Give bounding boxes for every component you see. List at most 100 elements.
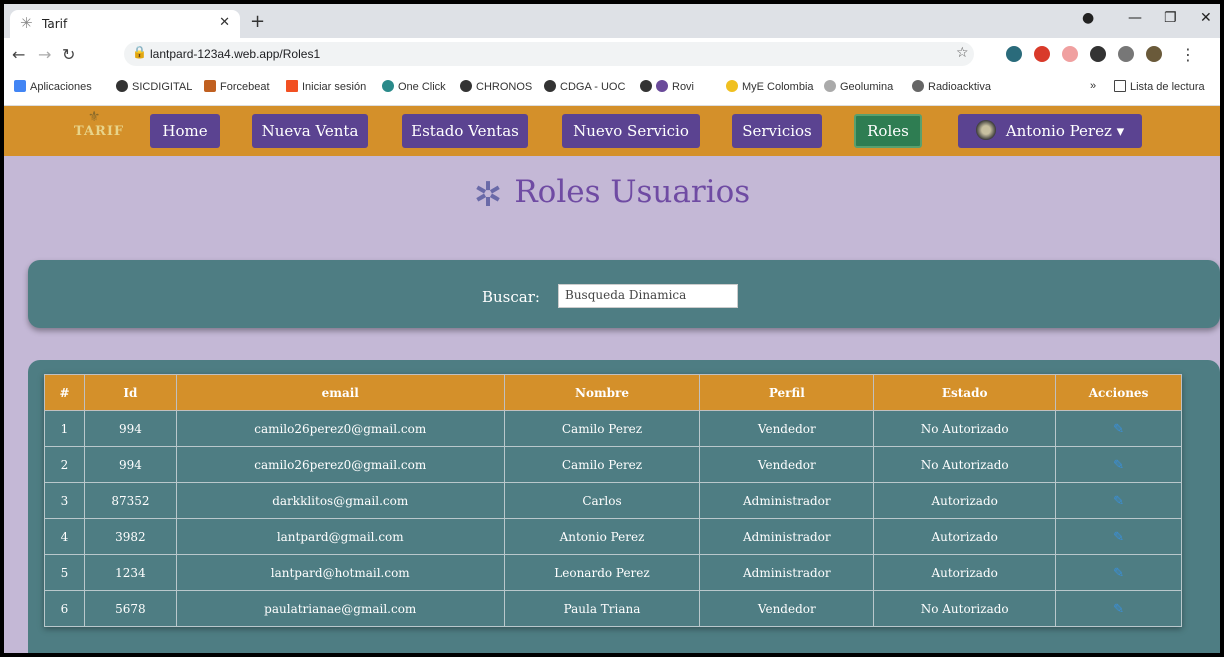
cell-id: 994 xyxy=(83,410,177,447)
cell-email: darkklitos@gmail.com xyxy=(175,482,505,519)
cell-id: 87352 xyxy=(83,482,177,519)
search-input[interactable]: Busqueda Dinamica xyxy=(558,284,738,308)
search-panel: Buscar: Busqueda Dinamica xyxy=(28,260,1220,328)
cell-number: 3 xyxy=(44,482,85,519)
user-name: Antonio Perez xyxy=(1005,122,1112,140)
user-avatar xyxy=(975,120,996,140)
cell-estado: No Autorizado xyxy=(873,410,1057,447)
url-text: lantpard-123a4.web.app/Roles1 xyxy=(150,47,321,61)
back-icon[interactable]: ← xyxy=(12,45,25,64)
url-field[interactable]: 🔒 lantpard-123a4.web.app/Roles1 ☆ xyxy=(124,42,974,66)
profile-dot-icon[interactable]: ● xyxy=(1082,10,1094,26)
edit-icon[interactable]: ✎ xyxy=(1113,459,1125,472)
table-row: 6 5678 paulatrianae@gmail.com Paula Tria… xyxy=(44,590,1182,627)
cell-acciones: ✎ xyxy=(1055,518,1182,555)
cell-id: 3982 xyxy=(83,518,177,555)
bookmark-item[interactable]: One Click xyxy=(382,80,446,93)
forward-icon[interactable]: → xyxy=(38,45,51,64)
more-bookmarks-icon[interactable]: » xyxy=(1090,80,1096,92)
nav-estado-ventas-button[interactable]: Estado Ventas xyxy=(402,114,528,148)
cell-email: lantpard@gmail.com xyxy=(175,518,505,555)
reading-list[interactable]: Lista de lectura xyxy=(1114,80,1205,93)
cell-id: 1234 xyxy=(83,554,177,591)
radio-icon xyxy=(912,80,924,92)
puzzle-icon[interactable] xyxy=(1090,46,1106,62)
cell-nombre: Camilo Perez xyxy=(503,446,701,483)
extension-icon[interactable] xyxy=(1006,46,1022,62)
microsoft-icon xyxy=(286,80,298,92)
col-header-nombre: Nombre xyxy=(503,374,701,411)
user-menu-button[interactable]: Antonio Perez ▾ xyxy=(958,114,1142,148)
minimize-icon[interactable]: — xyxy=(1128,10,1142,26)
cell-number: 4 xyxy=(44,518,85,555)
bookmarks-bar: Aplicaciones SICDIGITAL Forcebeat Inicia… xyxy=(4,70,1220,106)
bookmark-item[interactable]: Iniciar sesión xyxy=(286,80,366,93)
cell-number: 6 xyxy=(44,590,85,627)
edit-icon[interactable]: ✎ xyxy=(1113,423,1125,436)
nav-home-button[interactable]: Home xyxy=(150,114,220,148)
profile-avatar-icon[interactable] xyxy=(1146,46,1162,62)
cell-estado: Autorizado xyxy=(873,482,1057,519)
reload-icon[interactable]: ↻ xyxy=(62,45,75,64)
table-row: 2 994 camilo26perez0@gmail.com Camilo Pe… xyxy=(44,446,1182,483)
bookmark-item[interactable]: Forcebeat xyxy=(204,80,270,93)
forcebeat-icon xyxy=(204,80,216,92)
nav-servicios-button[interactable]: Servicios xyxy=(732,114,822,148)
close-tab-icon[interactable]: ✕ xyxy=(219,15,230,30)
bookmark-item[interactable]: MyE Colombia xyxy=(726,80,814,93)
tab-title: Tarif xyxy=(42,17,68,31)
tab-bar: ✳ Tarif ✕ + ● — ❐ ✕ xyxy=(4,4,1220,38)
edit-icon[interactable]: ✎ xyxy=(1113,567,1125,580)
bookmark-item[interactable]: Radioacktiva xyxy=(912,80,991,93)
oneclick-icon xyxy=(382,80,394,92)
cell-email: paulatrianae@gmail.com xyxy=(175,590,505,627)
globe-icon xyxy=(544,80,556,92)
cell-email: camilo26perez0@gmail.com xyxy=(175,446,505,483)
bookmark-item[interactable]: Geolumina xyxy=(824,80,893,93)
bookmark-item[interactable]: Aplicaciones xyxy=(14,80,92,93)
cell-nombre: Antonio Perez xyxy=(503,518,701,555)
restore-icon[interactable]: ❐ xyxy=(1164,10,1177,26)
reading-list-icon xyxy=(1114,80,1126,92)
cell-perfil: Vendedor xyxy=(699,410,875,447)
cell-perfil: Administrador xyxy=(699,482,875,519)
search-label: Buscar: xyxy=(482,288,540,306)
nav-nuevo-servicio-button[interactable]: Nuevo Servicio xyxy=(562,114,700,148)
browser-tab[interactable]: ✳ Tarif ✕ xyxy=(10,10,240,38)
cell-nombre: Paula Triana xyxy=(503,590,701,627)
edit-icon[interactable]: ✎ xyxy=(1113,495,1125,508)
page-title-text: Roles Usuarios xyxy=(514,174,751,210)
cell-number: 5 xyxy=(44,554,85,591)
extension-icon[interactable] xyxy=(1062,46,1078,62)
bookmark-item[interactable]: SICDIGITAL xyxy=(116,80,192,93)
bookmark-item[interactable]: CDGA - UOC xyxy=(544,80,625,93)
nav-roles-button[interactable]: Roles xyxy=(854,114,922,148)
new-tab-icon[interactable]: + xyxy=(250,11,265,32)
cell-nombre: Camilo Perez xyxy=(503,410,701,447)
col-header-acciones: Acciones xyxy=(1055,374,1182,411)
rovi-icon xyxy=(656,80,668,92)
cell-estado: No Autorizado xyxy=(873,446,1057,483)
bookmark-star-icon[interactable]: ☆ xyxy=(956,45,969,61)
logo-text: TARIF xyxy=(74,124,125,139)
bookmark-item[interactable]: Rovi xyxy=(640,80,694,93)
edit-icon[interactable]: ✎ xyxy=(1113,531,1125,544)
media-icon[interactable] xyxy=(1118,46,1134,62)
close-window-icon[interactable]: ✕ xyxy=(1200,10,1212,26)
adblock-icon[interactable] xyxy=(1034,46,1050,62)
geolumina-icon xyxy=(824,80,836,92)
nav-nueva-venta-button[interactable]: Nueva Venta xyxy=(252,114,368,148)
edit-icon[interactable]: ✎ xyxy=(1113,603,1125,616)
cell-acciones: ✎ xyxy=(1055,446,1182,483)
col-header-email: email xyxy=(175,374,505,411)
tarif-logo[interactable]: ⚜ TARIF xyxy=(74,110,125,150)
cell-number: 1 xyxy=(44,410,85,447)
bookmark-item[interactable]: CHRONOS xyxy=(460,80,532,93)
col-header-id: Id xyxy=(83,374,177,411)
menu-icon[interactable]: ⋮ xyxy=(1180,45,1196,64)
cell-acciones: ✎ xyxy=(1055,410,1182,447)
cell-email: camilo26perez0@gmail.com xyxy=(175,410,505,447)
cell-perfil: Vendedor xyxy=(699,590,875,627)
globe-icon xyxy=(460,80,472,92)
globe-icon xyxy=(116,80,128,92)
